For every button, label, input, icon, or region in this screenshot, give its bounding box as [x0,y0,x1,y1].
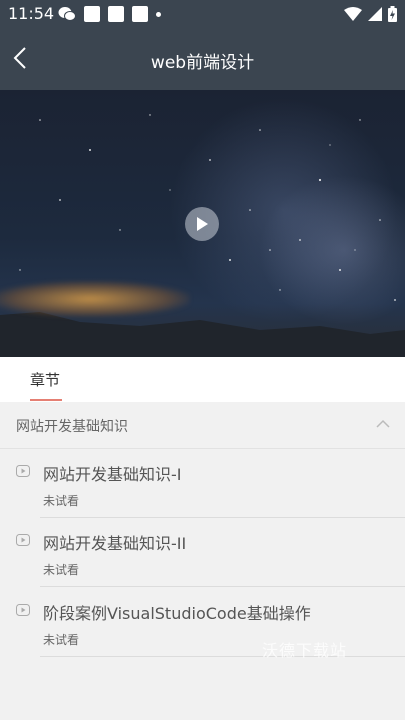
tab-bar: 章节 [0,357,405,402]
app-bar: web前端设计 [0,28,405,90]
battery-icon [388,6,397,22]
watermark: 沃德下载站 [262,641,348,660]
more-notifications-icon [156,11,161,17]
section-header[interactable]: 网站开发基础知识 [0,402,405,449]
notification-icon [84,6,100,22]
video-lesson-icon [16,465,30,477]
play-button[interactable] [185,207,219,241]
lesson-status: 未试看 [43,633,80,647]
divider [40,586,405,587]
divider [40,656,405,657]
lesson-item[interactable]: 网站开发基础知识-II 未试看 [0,518,405,587]
video-player[interactable] [0,90,405,357]
play-icon [197,217,208,231]
notification-icon [132,6,148,22]
wechat-icon [58,7,76,21]
lesson-title: 阶段案例VisualStudioCode基础操作 [43,604,311,623]
section-title: 网站开发基础知识 [16,419,128,435]
status-time: 11:54 [8,4,55,23]
lesson-title: 网站开发基础知识-II [43,534,187,553]
notification-icons [58,5,161,23]
lesson-status: 未试看 [43,563,80,577]
tab-chapters[interactable]: 章节 [30,369,60,390]
page-title: web前端设计 [150,53,255,73]
signal-icon [368,7,382,21]
lesson-status: 未试看 [43,494,80,508]
chevron-up-icon[interactable] [375,416,391,432]
horizon-glow [0,281,190,317]
tab-active-indicator [30,399,62,401]
video-lesson-icon [16,604,30,616]
notification-icon [108,6,124,22]
system-icons [344,6,397,22]
status-bar: 11:54 [0,0,405,28]
wifi-icon [344,7,362,21]
lesson-title: 网站开发基础知识-I [43,465,182,484]
lesson-item[interactable]: 网站开发基础知识-I 未试看 [0,449,405,518]
video-lesson-icon [16,534,30,546]
